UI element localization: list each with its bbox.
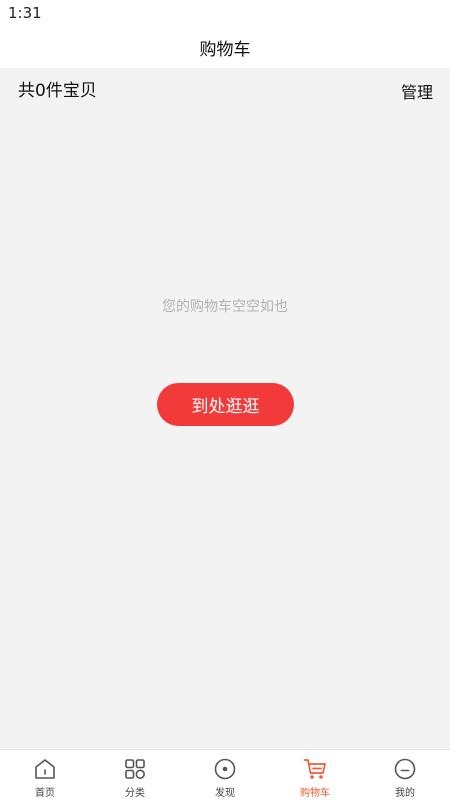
home-icon	[35, 759, 55, 779]
profile-icon	[394, 758, 416, 780]
tab-profile-label: 我的	[395, 788, 415, 799]
cart-icon	[303, 759, 326, 779]
status-time: 1:31	[8, 4, 42, 22]
item-count-label: 共0件宝贝	[18, 81, 97, 101]
page-title: 购物车	[199, 39, 251, 60]
tab-cart[interactable]: 购物车	[270, 750, 360, 800]
tab-cart-label: 购物车	[300, 788, 330, 799]
grid-icon	[125, 759, 145, 779]
app-root: 1:31 购物车 共0件宝贝 管理 您的购物车空空如也 到处逛逛 首页 分类 发…	[0, 0, 450, 800]
tab-home-label: 首页	[35, 788, 55, 799]
tab-home[interactable]: 首页	[0, 750, 90, 800]
tab-category[interactable]: 分类	[90, 750, 180, 800]
tab-profile[interactable]: 我的	[360, 750, 450, 800]
status-bar: 1:31	[0, 0, 450, 26]
manage-button[interactable]: 管理	[401, 79, 433, 103]
tab-category-label: 分类	[125, 788, 145, 799]
tab-discover-label: 发现	[215, 788, 235, 799]
cart-summary-row: 共0件宝贝 管理	[0, 68, 450, 108]
discover-icon	[214, 758, 236, 780]
tab-discover[interactable]: 发现	[180, 750, 270, 800]
bottom-tab-bar: 首页 分类 发现 购物车 我的	[0, 749, 450, 800]
title-bar: 购物车	[0, 26, 450, 68]
empty-cart-message: 您的购物车空空如也	[162, 299, 288, 315]
browse-button[interactable]: 到处逛逛	[157, 383, 294, 426]
